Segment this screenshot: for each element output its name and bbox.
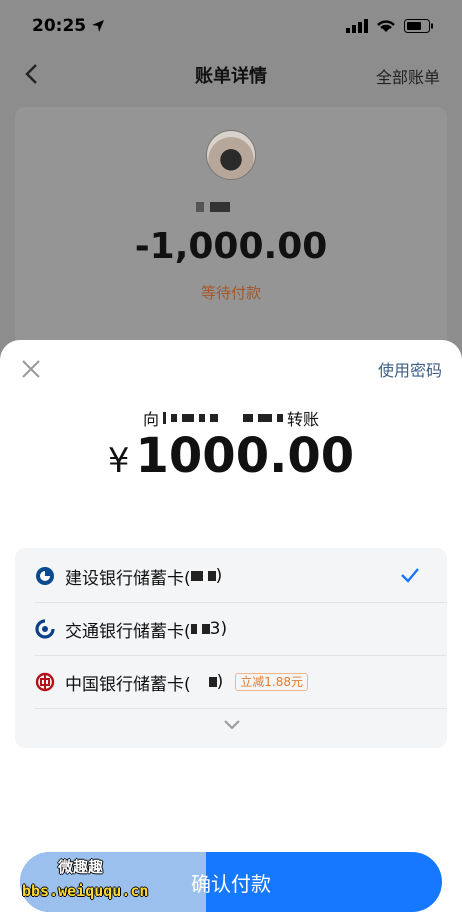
signal-icon — [346, 19, 368, 33]
promo-badge: 立减1.88元 — [235, 673, 309, 691]
close-icon — [22, 360, 40, 378]
transfer-recipient: 向 转账 — [0, 406, 462, 430]
watermark-logo: 微趣趣 bbs.weiququ.cn — [22, 852, 212, 912]
expand-more-button[interactable] — [220, 712, 244, 736]
battery-icon — [404, 19, 433, 33]
card-option-boc[interactable]: 中国银行储蓄卡( ) 立减1.88元 — [15, 656, 447, 708]
location-arrow-icon — [92, 20, 105, 32]
watermark-top-text: 微趣趣 — [58, 858, 104, 876]
check-icon — [401, 568, 419, 583]
transfer-prefix: 向 — [142, 410, 159, 429]
back-button[interactable] — [18, 60, 46, 88]
payee-avatar — [206, 130, 256, 180]
recipient-masked — [163, 412, 283, 424]
card-option-bocom[interactable]: 交通银行储蓄卡( 3) — [15, 603, 447, 655]
bill-status: 等待付款 — [200, 284, 261, 302]
status-time: 20:25 — [32, 16, 105, 36]
status-bar: 20:25 — [0, 0, 462, 52]
nav-bar: 账单详情 全部账单 — [0, 52, 462, 98]
currency-symbol: ¥ — [107, 441, 130, 481]
card-number-masked — [191, 677, 217, 687]
all-bills-link[interactable]: 全部账单 — [376, 64, 440, 88]
wifi-icon — [377, 20, 395, 32]
card-name-tail: ) — [215, 566, 223, 586]
card-number-masked — [190, 571, 216, 581]
chevron-down-icon — [224, 720, 240, 730]
divider — [35, 708, 447, 709]
ccb-bank-icon — [35, 566, 55, 586]
transfer-suffix: 转账 — [287, 410, 320, 429]
payment-amount: ¥1000.00 — [0, 428, 462, 484]
card-option-ccb[interactable]: 建设银行储蓄卡( ) — [15, 550, 447, 602]
watermark-url-text: bbs.weiququ.cn — [22, 882, 149, 900]
boc-bank-icon — [35, 672, 55, 692]
bocom-bank-icon — [35, 619, 55, 639]
close-button[interactable] — [18, 356, 44, 382]
clock-text: 20:25 — [32, 16, 87, 36]
card-name-tail: 3) — [209, 619, 228, 639]
page-title: 账单详情 — [195, 66, 267, 87]
payee-name-masked — [196, 200, 256, 214]
payment-sheet: 使用密码 向 转账 ¥1000.00 建设银行储蓄卡( ) 交通银行储蓄卡( 3… — [0, 340, 462, 920]
card-name: 建设银行储蓄卡( — [65, 568, 191, 589]
status-icons — [346, 19, 434, 33]
payment-method-list: 建设银行储蓄卡( ) 交通银行储蓄卡( 3) 中国银行储蓄卡( ) 立减1.88… — [15, 548, 447, 748]
chevron-left-icon — [25, 64, 37, 84]
use-password-link[interactable]: 使用密码 — [378, 357, 442, 381]
card-name: 交通银行储蓄卡( — [65, 621, 191, 642]
card-name: 中国银行储蓄卡( — [65, 674, 191, 695]
bill-amount: -1,000.00 — [134, 226, 328, 267]
card-number-masked — [190, 624, 210, 634]
payment-amount-value: 1000.00 — [135, 428, 355, 484]
card-name-tail: ) — [216, 672, 224, 692]
